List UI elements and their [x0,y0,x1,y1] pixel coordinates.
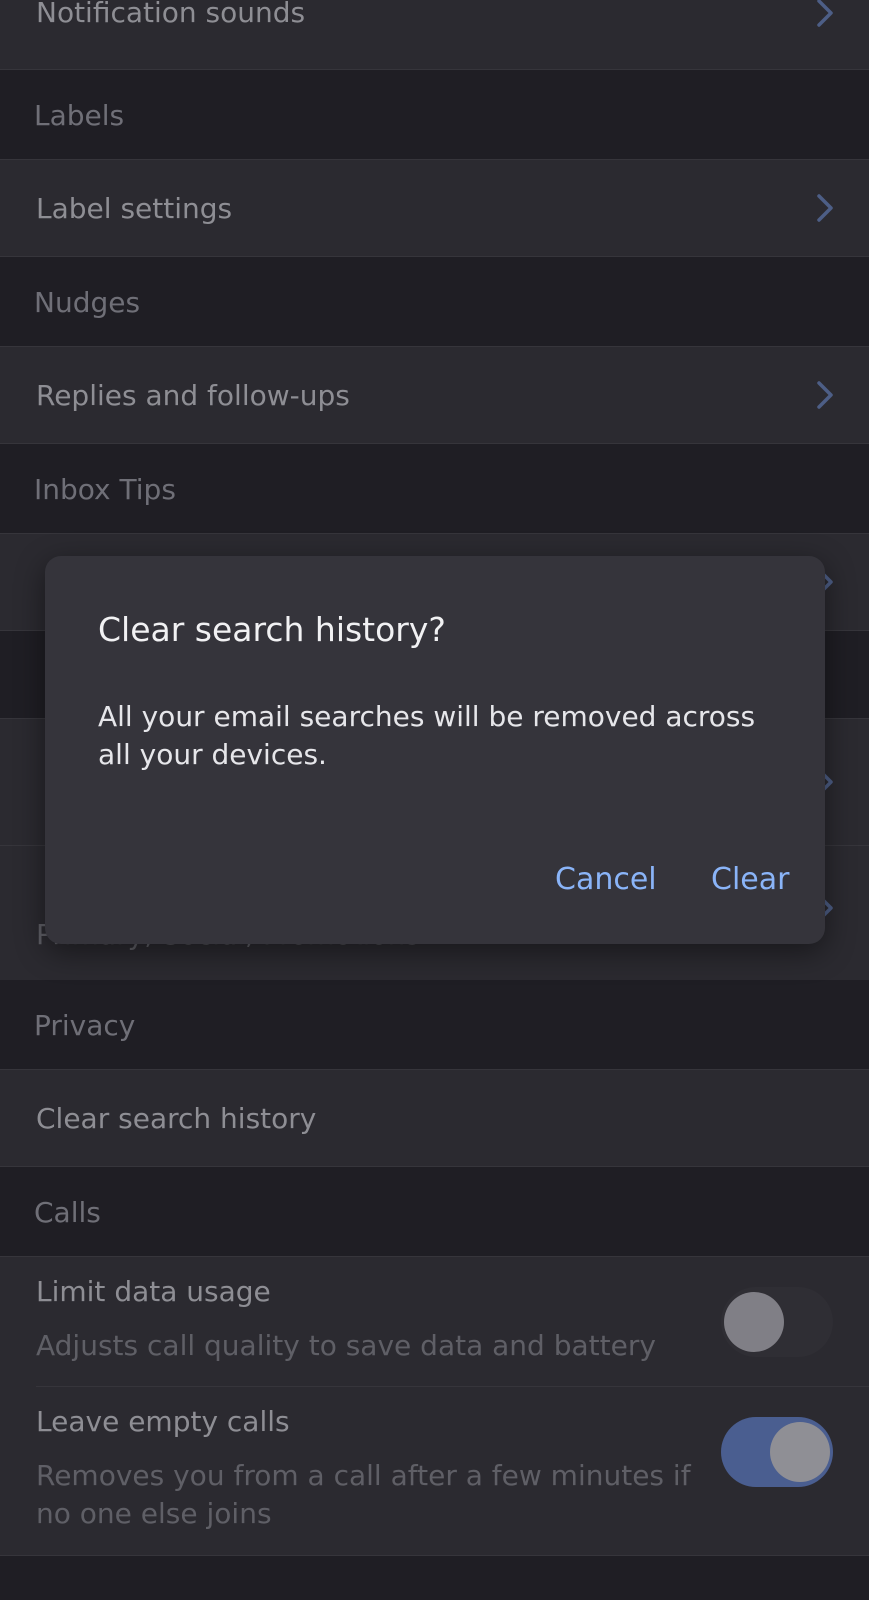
replies-follow-ups-row[interactable]: Replies and follow-ups [0,346,869,444]
clear-search-history-dialog: Clear search history? All your email sea… [45,556,825,944]
replies-follow-ups-label: Replies and follow-ups [36,378,350,412]
limit-data-usage-row[interactable]: Limit data usage Adjusts call quality to… [0,1257,869,1387]
clear-search-history-label: Clear search history [36,1101,317,1135]
calls-section-header: Calls [0,1167,869,1257]
label-settings-label: Label settings [36,191,233,225]
leave-empty-calls-description-line2: no one else joins [36,1497,272,1530]
chevron-right-icon [817,381,833,409]
limit-data-usage-label: Limit data usage [36,1275,271,1308]
limit-data-usage-toggle[interactable] [721,1287,833,1357]
toggle-knob [770,1422,830,1482]
dialog-title: Clear search history? [98,610,446,649]
chevron-right-icon [817,0,833,27]
nudges-section-header: Nudges [0,257,869,347]
label-settings-row[interactable]: Label settings [0,159,869,257]
cancel-button[interactable]: Cancel [555,862,657,897]
clear-button[interactable]: Clear [711,862,789,897]
dialog-message: All your email searches will be removed … [98,700,756,771]
toggle-knob [724,1292,784,1352]
privacy-header-text: Privacy [34,1008,136,1042]
labels-header-text: Labels [34,98,125,132]
leave-empty-calls-row[interactable]: Leave empty calls Removes you from a cal… [0,1387,869,1557]
calls-settings-group: Limit data usage Adjusts call quality to… [0,1256,869,1556]
limit-data-usage-description: Adjusts call quality to save data and ba… [36,1329,656,1362]
labels-section-header: Labels [0,70,869,160]
inbox-tips-header-text: Inbox Tips [34,472,176,506]
notification-sounds-label: Notification sounds [36,0,306,29]
clear-search-history-row[interactable]: Clear search history [0,1069,869,1167]
privacy-section-header: Privacy [0,980,869,1070]
leave-empty-calls-description-line1: Removes you from a call after a few minu… [36,1459,691,1492]
settings-screen: Notification sounds Labels Label setting… [0,0,869,1600]
calls-header-text: Calls [34,1195,101,1229]
notification-sounds-row[interactable]: Notification sounds [0,0,869,70]
leave-empty-calls-label: Leave empty calls [36,1405,290,1438]
chevron-right-icon [817,194,833,222]
nudges-header-text: Nudges [34,285,141,319]
leave-empty-calls-toggle[interactable] [721,1417,833,1487]
inbox-tips-section-header: Inbox Tips [0,444,869,534]
